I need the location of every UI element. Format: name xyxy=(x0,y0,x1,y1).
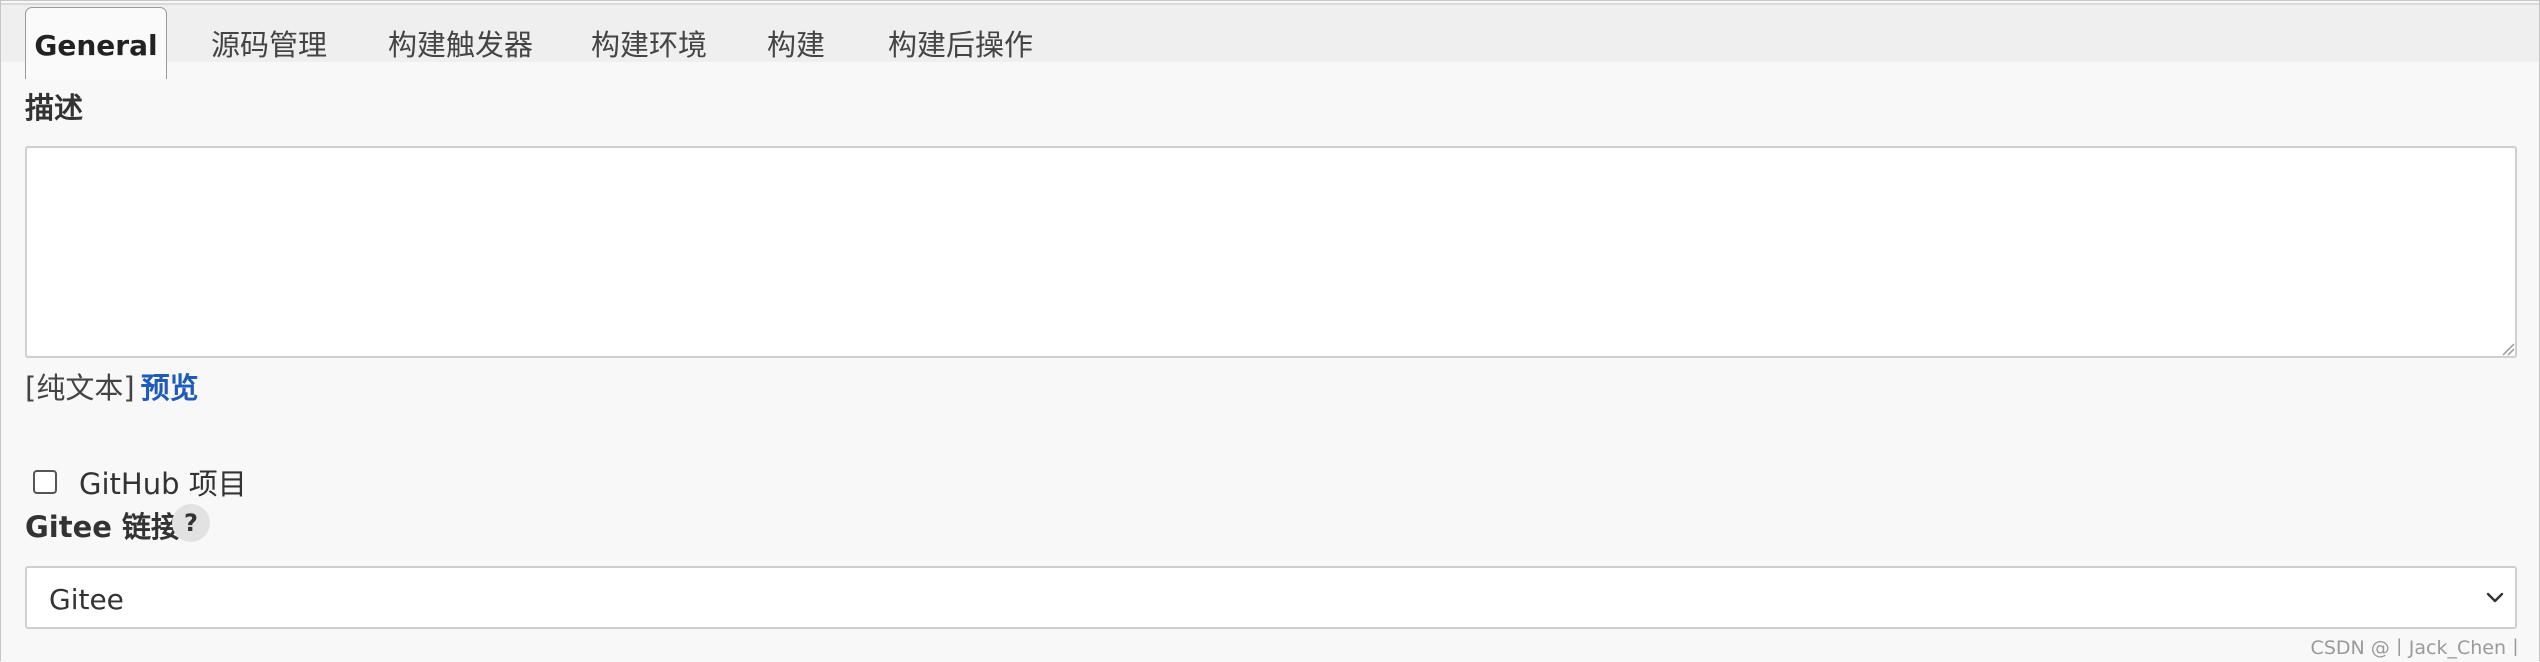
config-panel: General 源码管理 构建触发器 构建环境 构建 构建后操作 描述 [纯文本… xyxy=(0,0,2540,661)
gitee-connection-select[interactable]: Gitee xyxy=(25,566,2517,629)
format-row: [纯文本] 预览 xyxy=(25,365,199,407)
help-icon[interactable]: ? xyxy=(172,504,210,542)
gitee-connection-value: Gitee xyxy=(49,583,124,616)
plain-text-label: [纯文本] xyxy=(25,371,135,405)
tab-build-environment[interactable]: 构建环境 xyxy=(591,22,707,64)
github-project-label[interactable]: GitHub 项目 xyxy=(79,461,247,503)
github-project-checkbox[interactable] xyxy=(33,470,57,494)
tab-bar: General 源码管理 构建触发器 构建环境 构建 构建后操作 xyxy=(1,3,2539,79)
tab-source-code-management[interactable]: 源码管理 xyxy=(211,22,327,64)
github-project-row: GitHub 项目 xyxy=(33,461,247,503)
description-textarea[interactable] xyxy=(25,146,2517,358)
tab-build-triggers[interactable]: 构建触发器 xyxy=(388,22,533,64)
gitee-link-label: Gitee 链接 xyxy=(25,510,181,544)
tab-post-build-actions[interactable]: 构建后操作 xyxy=(888,22,1033,64)
preview-link[interactable]: 预览 xyxy=(141,371,199,405)
watermark: CSDN @丨Jack_Chen丨 xyxy=(2310,637,2525,659)
description-label: 描述 xyxy=(25,91,84,125)
resize-grip-icon[interactable] xyxy=(2501,342,2515,356)
tab-build[interactable]: 构建 xyxy=(767,22,825,64)
tab-general[interactable]: General xyxy=(25,7,167,79)
chevron-down-icon xyxy=(2486,592,2504,603)
